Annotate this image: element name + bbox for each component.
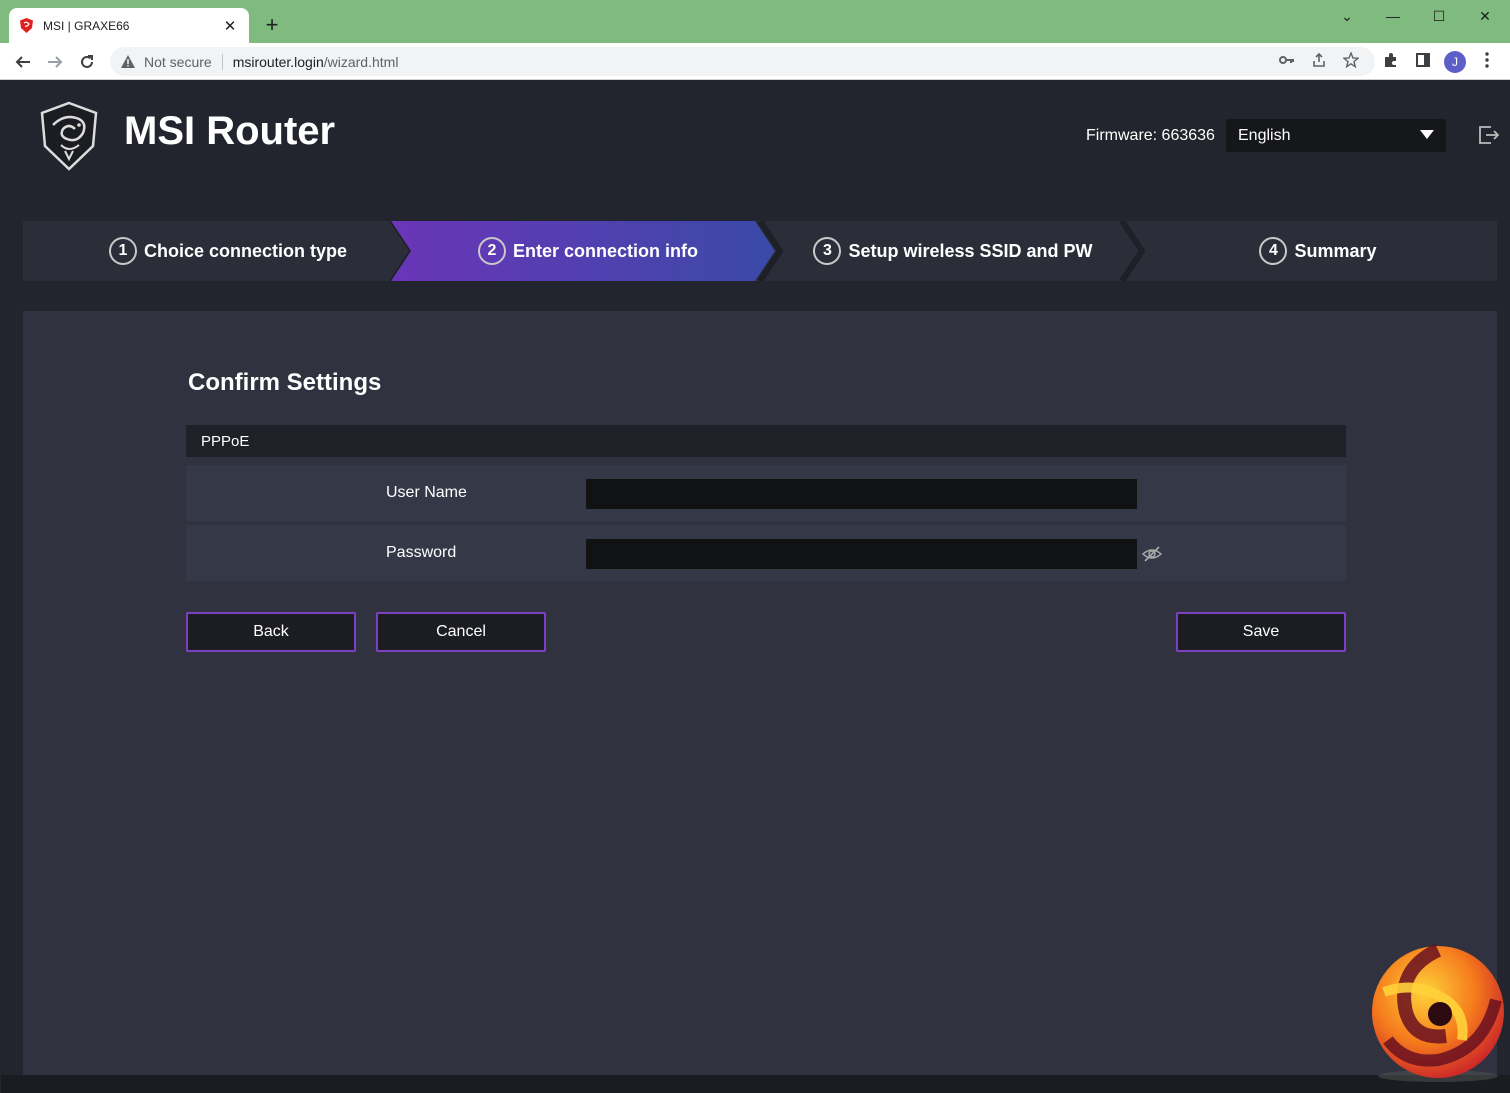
router-page: MSI Router Firmware: 663636 English 1 Ch… — [1, 81, 1510, 1093]
browser-tab-bar: MSI | GRAXE66 ✕ + ⌄ — ☐ ✕ — [0, 0, 1510, 43]
step-number: 4 — [1259, 237, 1288, 265]
save-button[interactable]: Save — [1176, 612, 1346, 652]
bookmark-star-icon[interactable] — [1340, 49, 1362, 71]
wizard-steps: 1 Choice connection type 2 Enter connect… — [23, 221, 1497, 281]
step-2-enter-connection-info: 2 Enter connection info — [413, 221, 763, 281]
step-number: 3 — [813, 237, 842, 265]
address-bar[interactable]: Not secure msirouter.login/wizard.html — [110, 47, 1375, 76]
forward-arrow-icon[interactable] — [42, 49, 68, 75]
minimize-icon[interactable]: — — [1370, 0, 1416, 32]
kebab-menu-icon[interactable] — [1476, 49, 1498, 71]
extensions-icon[interactable] — [1380, 49, 1402, 71]
eye-slash-icon[interactable] — [1141, 544, 1163, 564]
firmware-version: Firmware: 663636 — [1086, 127, 1215, 144]
msi-shield-icon — [19, 18, 33, 34]
step-label: Enter connection info — [512, 240, 698, 261]
browser-tab[interactable]: MSI | GRAXE66 ✕ — [9, 8, 249, 43]
password-label: Password — [386, 544, 457, 561]
step-label: Summary — [1294, 240, 1377, 261]
username-row: User Name — [186, 465, 1346, 521]
router-brand-title: MSI Router — [124, 109, 336, 153]
back-button[interactable]: Back — [186, 612, 356, 652]
language-value: English — [1238, 126, 1291, 144]
password-row: Password — [186, 525, 1346, 581]
step-3-setup-wireless: 3 Setup wireless SSID and PW — [783, 221, 1123, 281]
url-path: /wizard.html — [323, 53, 399, 70]
url-host: msirouter.login — [232, 53, 324, 70]
step-number: 1 — [108, 237, 137, 265]
tab-close-icon[interactable]: ✕ — [221, 17, 239, 35]
dropdown-caret-icon — [1420, 130, 1434, 139]
username-label: User Name — [386, 484, 467, 501]
step-number: 2 — [477, 237, 506, 265]
cancel-button[interactable]: Cancel — [376, 612, 546, 652]
reload-icon[interactable] — [74, 49, 100, 75]
key-icon[interactable] — [1276, 49, 1298, 71]
new-tab-icon[interactable]: + — [262, 12, 282, 38]
step-label: Choice connection type — [143, 240, 348, 261]
address-divider — [221, 53, 223, 70]
wizard-panel: Confirm Settings PPPoE User Name Passwor… — [23, 311, 1497, 1075]
msi-dragon-shield-logo — [39, 101, 99, 171]
chevron-down-icon[interactable]: ⌄ — [1324, 0, 1370, 32]
share-icon[interactable] — [1308, 49, 1330, 71]
step-4-summary: 4 Summary — [1153, 221, 1483, 281]
logout-icon[interactable] — [1477, 124, 1500, 146]
language-select[interactable]: English — [1226, 119, 1446, 152]
section-header-pppoe: PPPoE — [186, 425, 1346, 457]
username-input[interactable] — [586, 479, 1137, 509]
browser-toolbar: Not secure msirouter.login/wizard.html — [0, 43, 1510, 80]
page-bottom-bar — [1, 1075, 1510, 1093]
swirl-watermark-logo — [1366, 940, 1510, 1084]
profile-avatar[interactable]: J — [1444, 51, 1466, 73]
window-close-icon[interactable]: ✕ — [1462, 0, 1508, 32]
page-title: Confirm Settings — [188, 369, 382, 396]
side-panel-icon[interactable] — [1412, 49, 1434, 71]
step-label: Setup wireless SSID and PW — [848, 240, 1093, 261]
back-arrow-icon[interactable] — [10, 49, 36, 75]
tab-title: MSI | GRAXE66 — [43, 18, 130, 33]
not-secure-label: Not secure — [144, 53, 212, 70]
step-1-choice-connection: 1 Choice connection type — [63, 221, 393, 281]
maximize-icon[interactable]: ☐ — [1416, 0, 1462, 32]
warning-icon — [120, 54, 136, 70]
password-input[interactable] — [586, 539, 1137, 569]
